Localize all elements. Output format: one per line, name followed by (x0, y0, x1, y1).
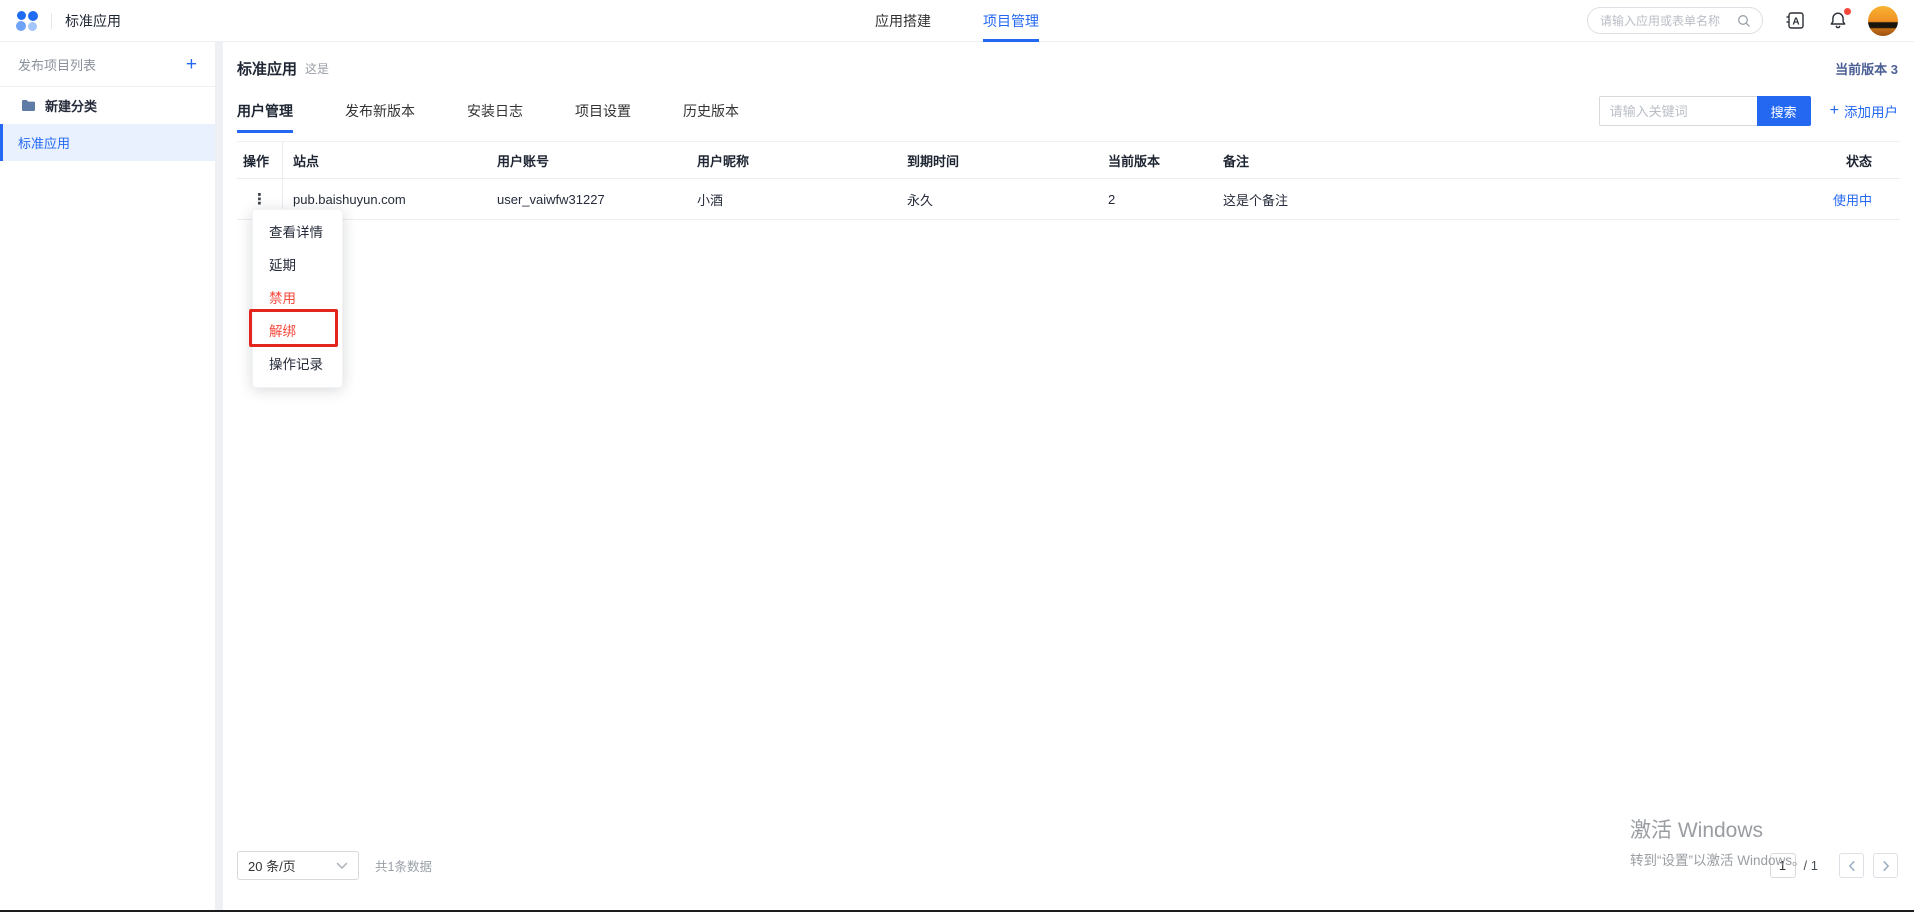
keyword-search-input[interactable] (1599, 96, 1757, 126)
app-logo-icon (16, 10, 38, 32)
page-number-input[interactable] (1770, 853, 1796, 878)
col-header-actions: 操作 (237, 142, 283, 178)
tab-history-versions[interactable]: 历史版本 (683, 89, 739, 133)
top-nav-project-management[interactable]: 项目管理 (983, 0, 1039, 42)
tab-install-log[interactable]: 安装日志 (467, 89, 523, 133)
plus-icon: + (1830, 103, 1839, 119)
brand: 标准应用 (16, 10, 121, 32)
current-version-label: 当前版本 3 (1835, 59, 1898, 78)
user-table: 操作 站点 用户账号 用户昵称 到期时间 当前版本 备注 状态 ⋮ pub.ba… (237, 141, 1900, 220)
menu-item-unbind[interactable]: 解绑 (253, 315, 342, 348)
tab-user-management[interactable]: 用户管理 (237, 89, 293, 133)
search-button[interactable]: 搜索 (1757, 96, 1811, 126)
user-avatar[interactable] (1868, 6, 1898, 36)
col-header-version: 当前版本 (1098, 142, 1213, 178)
sidebar-item-new-category[interactable]: 新建分类 (0, 87, 215, 124)
total-count-label: 共1条数据 (375, 856, 432, 875)
top-nav: 应用搭建 项目管理 (875, 0, 1091, 42)
sidebar-item-label: 标准应用 (18, 133, 70, 152)
col-header-account: 用户账号 (487, 142, 687, 178)
page-title: 标准应用 (237, 58, 297, 79)
prev-page-button[interactable] (1839, 853, 1864, 878)
row-actions-menu: 查看详情 延期 禁用 解绑 操作记录 (252, 209, 343, 388)
app-title: 标准应用 (65, 11, 121, 31)
table-header-row: 操作 站点 用户账号 用户昵称 到期时间 当前版本 备注 状态 (237, 141, 1900, 179)
brand-divider (51, 13, 52, 29)
top-right-actions: A (1587, 6, 1898, 36)
sidebar-item-label: 新建分类 (45, 96, 97, 115)
col-header-site: 站点 (283, 142, 487, 178)
sidebar-item-standard-app[interactable]: 标准应用 (0, 124, 215, 161)
cell-expire: 永久 (897, 179, 1098, 219)
table-footer: 20 条/页 共1条数据 / 1 (237, 851, 1898, 880)
page-size-select[interactable]: 20 条/页 (237, 851, 359, 880)
menu-item-disable[interactable]: 禁用 (253, 282, 342, 315)
cell-nickname: 小酒 (687, 179, 897, 219)
search-icon (1736, 13, 1752, 29)
cell-version: 2 (1098, 179, 1213, 219)
chevron-down-icon (336, 862, 348, 870)
folder-icon (21, 99, 36, 112)
global-search[interactable] (1587, 7, 1763, 34)
notification-badge (1844, 8, 1851, 15)
col-header-nickname: 用户昵称 (687, 142, 897, 178)
add-user-label: 添加用户 (1844, 101, 1898, 121)
main-content: 标准应用 这是 当前版本 3 用户管理 发布新版本 安装日志 项目设置 历史版本… (223, 42, 1914, 910)
add-user-button[interactable]: + 添加用户 (1830, 101, 1898, 121)
page-total-label: / 1 (1804, 858, 1818, 873)
menu-item-operation-log[interactable]: 操作记录 (253, 348, 342, 381)
tab-publish-new-version[interactable]: 发布新版本 (345, 89, 415, 133)
cell-account: user_vaiwfw31227 (487, 179, 687, 219)
menu-item-view-details[interactable]: 查看详情 (253, 216, 342, 249)
col-header-remark: 备注 (1213, 142, 1816, 178)
cell-remark: 这是个备注 (1213, 179, 1816, 219)
add-project-plus-icon[interactable]: + (186, 55, 197, 74)
detail-tabs: 用户管理 发布新版本 安装日志 项目设置 历史版本 (237, 89, 791, 133)
col-header-status: 状态 (1816, 142, 1900, 178)
sidebar-main-divider (215, 42, 223, 910)
pagination: / 1 (1770, 853, 1898, 878)
page-size-value: 20 条/页 (248, 856, 336, 875)
top-nav-app-build[interactable]: 应用搭建 (875, 0, 931, 42)
page-subtitle: 这是 (305, 60, 329, 77)
sidebar-title: 发布项目列表 (18, 55, 96, 74)
sidebar: 发布项目列表 + 新建分类 标准应用 (0, 42, 215, 910)
svg-text:A: A (1792, 17, 1799, 28)
table-row: ⋮ pub.baishuyun.com user_vaiwfw31227 小酒 … (237, 179, 1900, 220)
row-actions-kebab-icon[interactable]: ⋮ (252, 190, 267, 208)
status-link[interactable]: 使用中 (1833, 190, 1872, 209)
global-search-input[interactable] (1600, 14, 1736, 28)
top-bar: 标准应用 应用搭建 项目管理 A (0, 0, 1914, 42)
notification-bell-icon[interactable] (1828, 10, 1848, 31)
next-page-button[interactable] (1873, 853, 1898, 878)
col-header-expire: 到期时间 (897, 142, 1098, 178)
menu-item-extend[interactable]: 延期 (253, 249, 342, 282)
translate-icon[interactable]: A (1785, 10, 1806, 31)
tab-project-settings[interactable]: 项目设置 (575, 89, 631, 133)
